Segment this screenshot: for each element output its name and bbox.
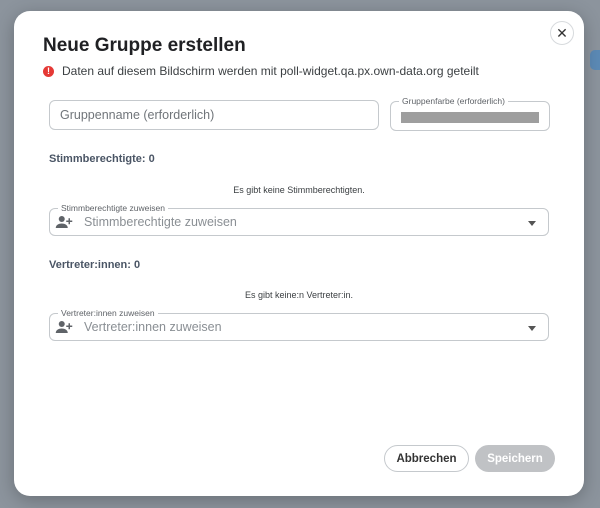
assign-voters-label: Stimmberechtigte zuweisen: [58, 202, 168, 214]
representatives-heading: Vertreter:innen: 0: [49, 259, 141, 271]
person-add-icon: [55, 321, 73, 333]
group-name-placeholder: Gruppenname (erforderlich): [60, 108, 215, 122]
person-add-icon: [55, 216, 73, 228]
chevron-down-icon[interactable]: [528, 221, 536, 226]
group-color-swatch[interactable]: [401, 112, 539, 123]
group-color-field[interactable]: Gruppenfarbe (erforderlich): [390, 95, 550, 131]
save-button[interactable]: Speichern: [475, 445, 555, 472]
dialog-title: Neue Gruppe erstellen: [43, 35, 246, 56]
close-button[interactable]: ✕: [550, 21, 574, 45]
background-accent: [590, 50, 600, 70]
cancel-button[interactable]: Abbrechen: [384, 445, 469, 472]
assign-representatives-placeholder: Vertreter:innen zuweisen: [84, 320, 222, 334]
group-color-label: Gruppenfarbe (erforderlich): [399, 95, 508, 107]
representatives-empty-message: Es gibt keine:n Vertreter:in.: [244, 290, 354, 300]
share-warning: ! Daten auf diesem Bildschirm werden mit…: [43, 64, 479, 78]
assign-voters-select[interactable]: Stimmberechtigte zuweisen Stimmberechtig…: [49, 202, 549, 236]
create-group-dialog: Neue Gruppe erstellen ✕ ! Daten auf dies…: [14, 11, 584, 496]
voters-heading: Stimmberechtigte: 0: [49, 153, 155, 165]
assign-representatives-label: Vertreter:innen zuweisen: [58, 307, 158, 319]
close-icon: ✕: [556, 24, 568, 41]
assign-representatives-select[interactable]: Vertreter:innen zuweisen Vertreter:innen…: [49, 307, 549, 341]
share-warning-text: Daten auf diesem Bildschirm werden mit p…: [62, 64, 479, 78]
assign-voters-placeholder: Stimmberechtigte zuweisen: [84, 215, 237, 229]
group-name-input[interactable]: Gruppenname (erforderlich): [49, 100, 379, 130]
chevron-down-icon[interactable]: [528, 326, 536, 331]
voters-empty-message: Es gibt keine Stimmberechtigten.: [233, 185, 365, 195]
warning-icon: !: [43, 65, 54, 77]
